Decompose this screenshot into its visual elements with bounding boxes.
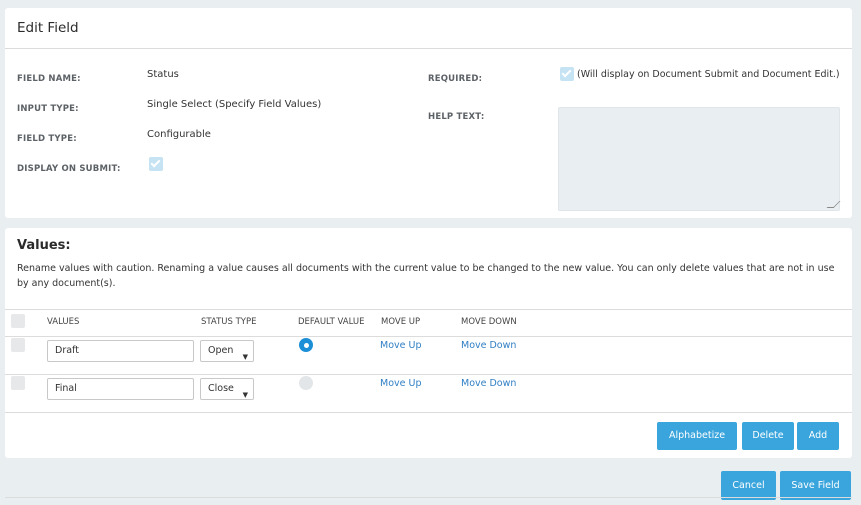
values-description: Rename values with caution. Renaming a v…: [17, 263, 835, 289]
required-label: REQUIRED:: [428, 74, 483, 84]
default-value-radio[interactable]: [299, 376, 313, 390]
divider: [5, 336, 852, 337]
move-down-link[interactable]: Move Down: [461, 340, 516, 351]
column-header-values: VALUES: [47, 317, 80, 327]
row-checkbox[interactable]: [11, 376, 25, 390]
select-all-checkbox[interactable]: [11, 314, 25, 328]
column-header-default-value: DEFAULT VALUE: [298, 317, 365, 327]
input-type-value: Single Select (Specify Field Values): [147, 99, 322, 110]
caret-down-icon: ▼: [242, 391, 248, 399]
required-note: (Will display on Document Submit and Doc…: [577, 69, 840, 80]
divider: [5, 374, 852, 375]
divider: [5, 412, 852, 413]
checkmark-icon: [150, 157, 161, 168]
value-input[interactable]: Draft: [47, 340, 194, 362]
caret-down-icon: ▼: [242, 353, 248, 361]
divider: [5, 48, 852, 49]
column-header-move-up: MOVE UP: [381, 317, 421, 327]
values-title: Values:: [17, 238, 71, 253]
move-down-link[interactable]: Move Down: [461, 378, 516, 389]
edit-field-panel: Edit Field FIELD NAME: Status INPUT TYPE…: [5, 8, 852, 218]
add-button[interactable]: Add: [797, 422, 839, 450]
default-value-radio[interactable]: [299, 338, 313, 352]
move-up-link[interactable]: Move Up: [380, 340, 421, 351]
help-text-label: HELP TEXT:: [428, 112, 485, 122]
column-header-move-down: MOVE DOWN: [461, 317, 517, 327]
required-checkbox[interactable]: [560, 67, 574, 81]
save-field-button[interactable]: Save Field: [780, 471, 851, 500]
value-input[interactable]: Final: [47, 378, 194, 400]
values-panel: Values: Rename values with caution. Rena…: [5, 228, 852, 458]
display-on-submit-label: DISPLAY ON SUBMIT:: [17, 164, 121, 174]
field-name-label: FIELD NAME:: [17, 74, 81, 84]
column-header-status-type: STATUS TYPE: [201, 317, 257, 327]
row-checkbox[interactable]: [11, 338, 25, 352]
field-name-value: Status: [147, 69, 179, 80]
help-text-textarea[interactable]: [558, 107, 840, 211]
checkmark-icon: [561, 67, 572, 78]
field-type-value: Configurable: [147, 129, 211, 140]
alphabetize-button[interactable]: Alphabetize: [657, 422, 737, 450]
move-up-link[interactable]: Move Up: [380, 378, 421, 389]
status-type-selected: Close: [208, 383, 234, 394]
input-type-label: INPUT TYPE:: [17, 104, 79, 114]
status-type-selected: Open: [208, 345, 234, 356]
field-type-label: FIELD TYPE:: [17, 134, 77, 144]
status-type-select[interactable]: Close ▼: [200, 378, 254, 400]
cancel-button[interactable]: Cancel: [721, 471, 776, 500]
status-type-select[interactable]: Open ▼: [200, 340, 254, 362]
divider: [5, 309, 852, 310]
divider: [5, 497, 852, 498]
display-on-submit-checkbox[interactable]: [149, 157, 163, 171]
panel-title: Edit Field: [17, 20, 79, 36]
delete-button[interactable]: Delete: [742, 422, 794, 450]
